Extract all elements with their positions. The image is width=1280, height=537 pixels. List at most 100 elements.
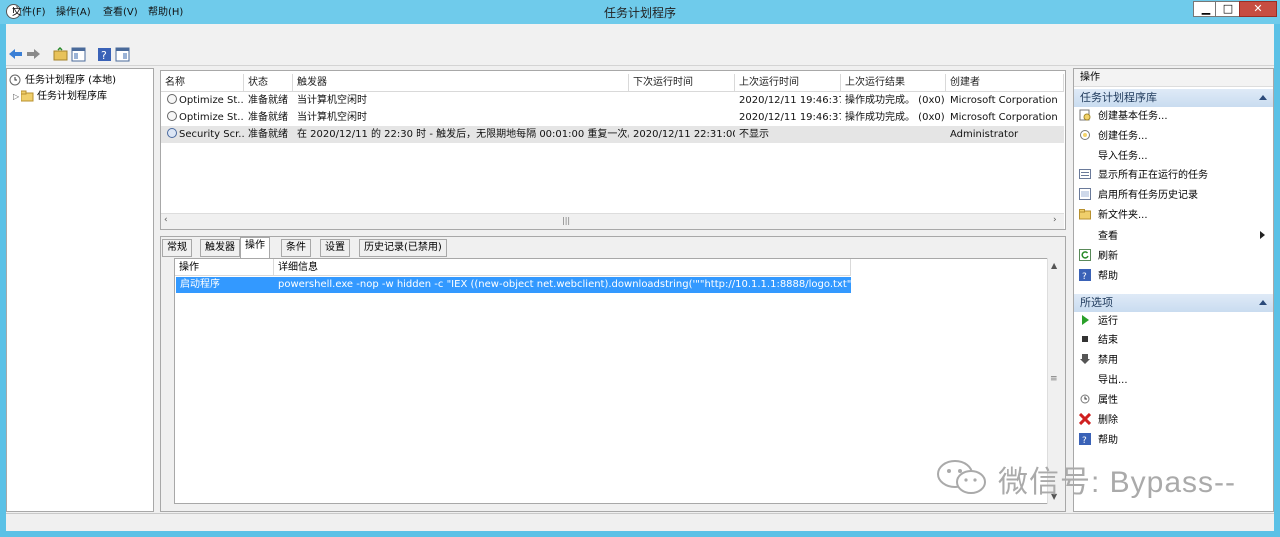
table-row-selected[interactable]: Security Scr... 准备就绪 在 2020/12/11 的 22:3… xyxy=(161,126,1064,143)
expand-arrow-icon[interactable]: ▷ xyxy=(13,92,21,101)
action-label: 启用所有任务历史记录 xyxy=(1098,190,1198,201)
collapse-arrow-icon[interactable] xyxy=(1259,300,1267,305)
task-next-run: 2020/12/11 22:31:00 xyxy=(633,129,735,140)
scroll-grip-icon[interactable]: ≡ xyxy=(1050,374,1058,384)
col-header-author[interactable]: 创建者 xyxy=(946,74,1064,92)
tree-root-label: 任务计划程序 (本地) xyxy=(25,75,116,86)
action-label: 导入任务... xyxy=(1098,151,1148,162)
action-help[interactable]: ? 帮助 xyxy=(1079,268,1118,286)
section-header-selected[interactable]: 所选项 xyxy=(1074,294,1273,312)
row-name-cell: Optimize St... xyxy=(163,109,244,126)
toolbar xyxy=(6,44,1274,66)
detail-header-action[interactable]: 操作 xyxy=(175,259,274,276)
action-export[interactable]: 导出... xyxy=(1079,372,1128,390)
col-header-status[interactable]: 状态 xyxy=(244,74,293,92)
task-status: 准备就绪 xyxy=(248,112,288,123)
col-header-name[interactable]: 名称 xyxy=(161,74,244,92)
console-tree xyxy=(6,68,154,512)
col-header-next-run[interactable]: 下次运行时间 xyxy=(629,74,735,92)
show-hide-action-pane-icon[interactable] xyxy=(115,47,130,62)
action-label: 创建基本任务... xyxy=(1098,111,1168,122)
menu-view[interactable]: 查看(V) xyxy=(103,3,138,18)
scroll-left-icon[interactable]: ‹ xyxy=(164,215,168,225)
task-status: 准备就绪 xyxy=(248,129,288,140)
task-last-run: 2020/12/11 19:46:37 xyxy=(739,112,841,123)
action-label: 刷新 xyxy=(1098,251,1118,262)
action-label: 帮助 xyxy=(1098,271,1118,282)
col-header-last-run[interactable]: 上次运行时间 xyxy=(735,74,841,92)
scroll-up-icon[interactable]: ▲ xyxy=(1051,261,1057,270)
action-label: 新文件夹... xyxy=(1098,210,1148,221)
action-view[interactable]: 查看 xyxy=(1079,228,1118,246)
tab-actions[interactable]: 操作 xyxy=(240,237,270,258)
task-next-run xyxy=(629,92,735,109)
action-label: 结束 xyxy=(1098,335,1118,346)
back-arrow-icon[interactable] xyxy=(8,47,23,62)
refresh-icon xyxy=(1079,249,1091,261)
section-header-label: 所选项 xyxy=(1080,296,1113,309)
show-hide-console-tree-icon[interactable] xyxy=(71,47,86,62)
table-row[interactable]: Optimize St... 准备就绪 当计算机空闲时 2020/12/11 1… xyxy=(161,109,1064,126)
folder-icon xyxy=(1079,208,1091,220)
help-icon[interactable]: ? xyxy=(97,47,112,62)
clock-icon xyxy=(9,74,22,86)
action-type[interactable]: 启动程序 xyxy=(176,277,274,293)
table-row[interactable]: Optimize St... 准备就绪 当计算机空闲时 2020/12/11 1… xyxy=(161,92,1064,109)
tab-settings[interactable]: 设置 xyxy=(320,239,350,257)
action-import-task[interactable]: 导入任务... xyxy=(1079,148,1148,166)
task-author: Microsoft Corporation xyxy=(950,95,1058,106)
view-icon xyxy=(1079,229,1091,241)
disable-arrow-icon xyxy=(1079,353,1091,365)
maximize-button[interactable]: □ xyxy=(1215,1,1241,17)
horizontal-scrollbar[interactable] xyxy=(161,213,1064,229)
action-show-running[interactable]: 显示所有正在运行的任务 xyxy=(1079,167,1208,185)
action-create-task[interactable]: 创建任务... xyxy=(1079,128,1148,146)
section-header-label: 任务计划程序库 xyxy=(1080,91,1157,104)
action-create-basic-task[interactable]: 创建基本任务... xyxy=(1079,108,1168,126)
section-header-library[interactable]: 任务计划程序库 xyxy=(1074,89,1273,107)
close-button[interactable]: ✕ xyxy=(1239,1,1277,17)
menu-action[interactable]: 操作(A) xyxy=(56,3,91,18)
actions-list xyxy=(174,258,1064,504)
detail-header-details[interactable]: 详细信息 xyxy=(274,259,851,276)
collapse-arrow-icon[interactable] xyxy=(1259,95,1267,100)
action-new-folder[interactable]: 新文件夹... xyxy=(1079,207,1148,225)
col-header-trigger[interactable]: 触发器 xyxy=(293,74,629,92)
action-run[interactable]: 运行 xyxy=(1079,313,1118,331)
forward-arrow-icon[interactable] xyxy=(26,47,41,62)
tab-triggers[interactable]: 触发器 xyxy=(200,239,240,257)
action-label: 属性 xyxy=(1098,395,1118,406)
properties-clock-icon xyxy=(1079,393,1091,405)
tab-history[interactable]: 历史记录(已禁用) xyxy=(359,239,447,257)
task-trigger: 在 2020/12/11 的 22:30 时 - 触发后，无限期地每隔 00:0… xyxy=(297,129,629,140)
col-header-last-result[interactable]: 上次运行结果 xyxy=(841,74,946,92)
up-folder-icon[interactable] xyxy=(53,46,68,62)
action-label: 禁用 xyxy=(1098,355,1118,366)
menu-help[interactable]: 帮助(H) xyxy=(148,3,183,18)
menu-file[interactable]: 文件(F) xyxy=(12,3,46,18)
action-end[interactable]: 结束 xyxy=(1079,332,1118,350)
folder-icon xyxy=(20,90,34,102)
run-icon xyxy=(1079,314,1091,326)
task-last-result xyxy=(841,126,946,143)
action-disable[interactable]: 禁用 xyxy=(1079,352,1118,370)
watermark-text: 微信号: Bypass-- xyxy=(998,466,1237,499)
action-help-selected[interactable]: ? 帮助 xyxy=(1079,432,1118,450)
tree-root[interactable]: 任务计划程序 (本地) xyxy=(9,71,116,87)
action-label: 运行 xyxy=(1098,316,1118,327)
action-enable-history[interactable]: 启用所有任务历史记录 xyxy=(1079,187,1198,205)
action-refresh[interactable]: 刷新 xyxy=(1079,248,1118,266)
action-details[interactable]: powershell.exe -nop -w hidden -c "IEX ((… xyxy=(274,277,871,293)
tree-child-library[interactable]: ▷ 任务计划程序库 xyxy=(13,87,107,103)
tree-child-label: 任务计划程序库 xyxy=(37,91,107,102)
task-last-result: 操作成功完成。 (0x0) xyxy=(845,112,945,123)
scroll-right-icon[interactable]: › xyxy=(1053,215,1057,225)
window-title: 任务计划程序 xyxy=(603,6,676,20)
action-label: 显示所有正在运行的任务 xyxy=(1098,170,1208,181)
tab-general[interactable]: 常规 xyxy=(162,239,192,257)
action-properties[interactable]: 属性 xyxy=(1079,392,1118,410)
submenu-arrow-icon[interactable] xyxy=(1260,231,1265,239)
tab-conditions[interactable]: 条件 xyxy=(281,239,311,257)
action-delete[interactable]: 删除 xyxy=(1078,412,1118,430)
scroll-grip-icon[interactable]: ||| xyxy=(562,216,570,225)
